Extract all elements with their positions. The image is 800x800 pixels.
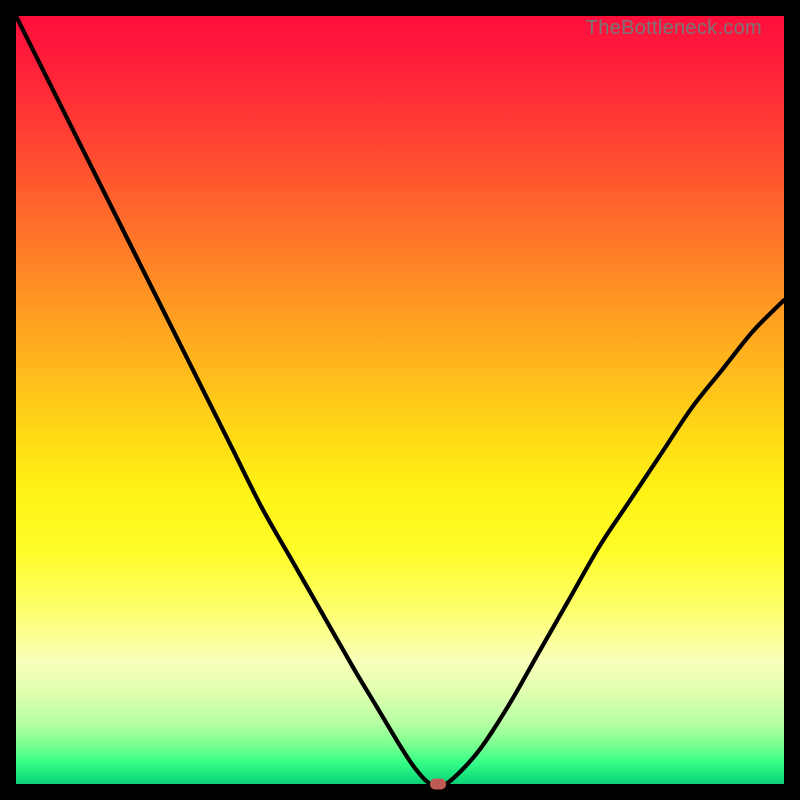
optimal-point-marker [430, 779, 446, 790]
plot-area: TheBottleneck.com [16, 16, 784, 784]
chart-container: TheBottleneck.com [0, 0, 800, 800]
bottleneck-curve [16, 16, 784, 784]
